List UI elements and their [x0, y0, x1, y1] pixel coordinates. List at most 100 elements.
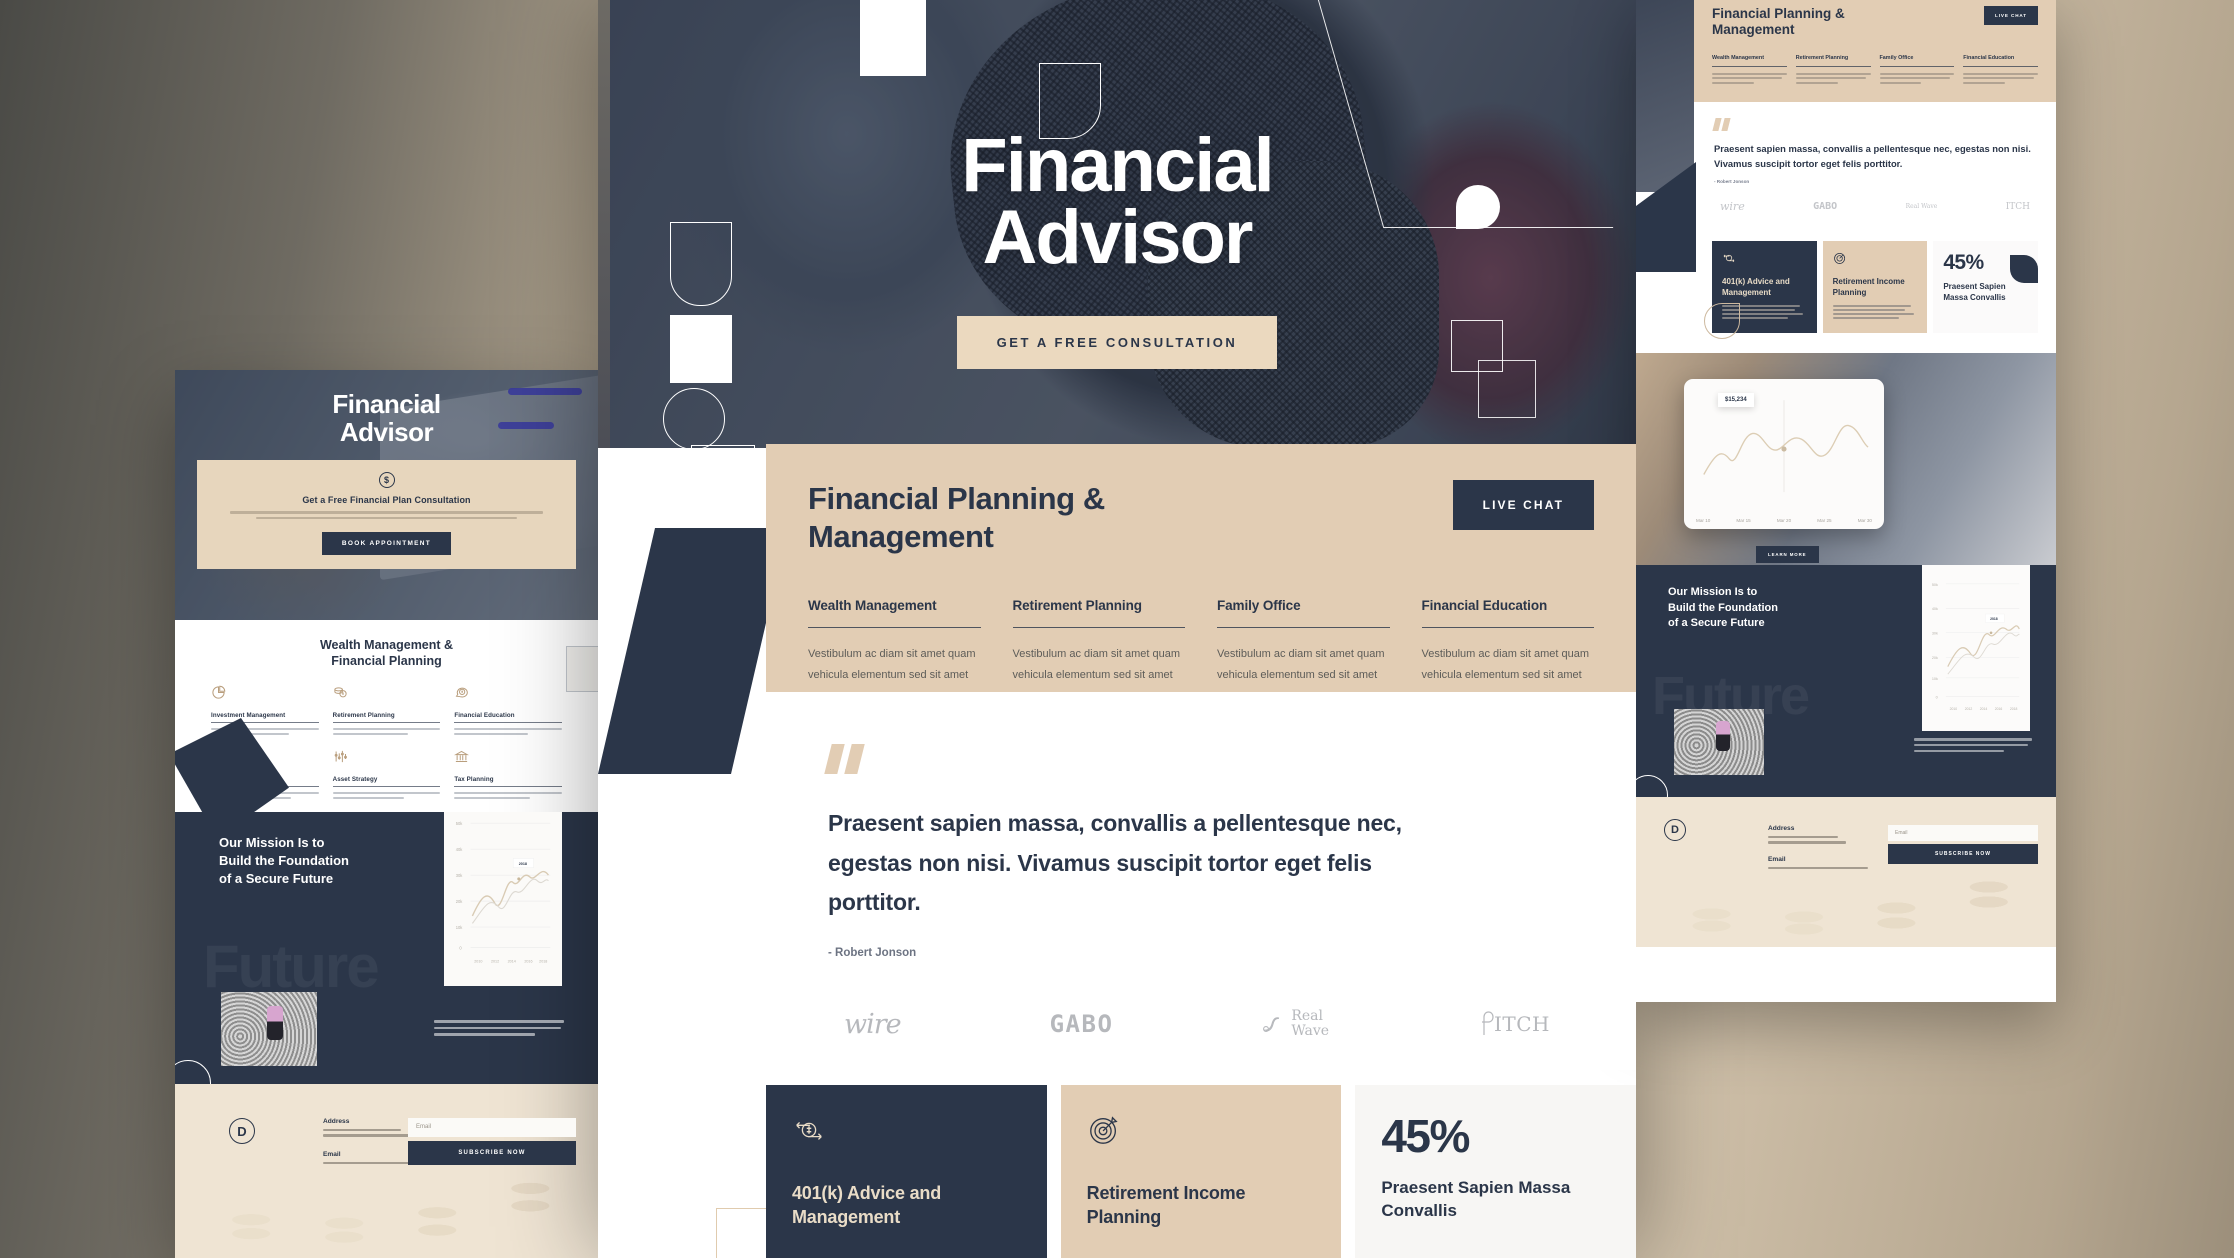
- svg-text:2010: 2010: [474, 959, 482, 963]
- svg-text:2010: 2010: [1950, 707, 1958, 711]
- stat-subtitle: Praesent Sapien Massa Convallis: [1381, 1178, 1571, 1220]
- right-planning-column: Wealth Management: [1712, 55, 1787, 86]
- dollar-refresh-icon: [796, 1121, 822, 1140]
- x-tick: Mar 30: [1857, 518, 1872, 524]
- right-quote-section: Praesent sapien massa, convallis a pelle…: [1694, 101, 2056, 228]
- card-title: 401(k) Advice and Management: [792, 1182, 1021, 1230]
- service-item[interactable]: Asset Strategy: [332, 749, 441, 802]
- right-brand-logo: D: [1664, 819, 1686, 842]
- mission-line1: Our Mission Is to: [219, 835, 325, 850]
- services-title-line2: Financial Planning: [331, 653, 442, 668]
- mission-photo: [221, 992, 317, 1066]
- svg-text:2018: 2018: [519, 862, 527, 866]
- logo-pitch-text: ITCH: [1494, 1012, 1550, 1037]
- decorative-circle: [175, 1060, 211, 1084]
- learn-more-button[interactable]: LEARN MORE: [1756, 546, 1819, 564]
- service-name: Asset Strategy: [332, 775, 378, 783]
- right-mission-section: Future Our Mission Is to Build the Found…: [1636, 565, 2056, 798]
- left-mission-section: Future Our Mission Is to Build the Found…: [175, 812, 598, 1084]
- planning-title-line1: Financial Planning &: [808, 481, 1105, 516]
- service-name: Retirement Planning: [332, 712, 395, 720]
- planning-title-line2: Management: [808, 518, 994, 554]
- right-mission-photo: [1674, 709, 1764, 776]
- card-401k-advice[interactable]: 401(k) Advice and Management: [766, 1085, 1047, 1258]
- logo-gabo: GABO: [1049, 1010, 1114, 1039]
- service-description: [454, 791, 562, 799]
- divider: [332, 785, 441, 787]
- right-email-label: Email: [1768, 855, 1786, 863]
- get-free-consultation-button[interactable]: GET A FREE CONSULTATION: [956, 316, 1278, 370]
- right-top-image: [1636, 0, 1694, 192]
- decorative-circle-outline: [663, 388, 725, 450]
- subscribe-button[interactable]: SUBSCRIBE NOW: [408, 1141, 576, 1165]
- right-column-desc: [1963, 72, 2038, 84]
- quote-mark-icon: [824, 744, 1574, 774]
- svg-text:30k: 30k: [456, 873, 464, 878]
- right-column-title: Retirement Planning: [1795, 54, 1849, 61]
- right-mission-chart-svg: 50k 40k 30k 20k 10k 0 2018 2010 2012 2014 2016…: [1932, 583, 2020, 711]
- planning-column-title: Family Office: [1217, 597, 1301, 613]
- live-chat-button[interactable]: LIVE CHAT: [1452, 480, 1594, 530]
- decorative-square: [566, 646, 598, 692]
- service-item[interactable]: Financial Education: [454, 685, 562, 738]
- quote-section: Praesent sapien massa, convallis a pelle…: [766, 692, 1636, 1070]
- hero-content: Financial Advisor GET A FREE CONSULTATIO…: [598, 0, 1636, 370]
- svg-text:10k: 10k: [1932, 677, 1938, 681]
- services-title-line1: Wealth Management &: [319, 638, 454, 652]
- right-card-retirement[interactable]: Retirement Income Planning: [1822, 241, 1928, 334]
- right-client-logos: wire GABO Real Wave ITCH: [1714, 200, 2036, 213]
- tablet-section: Mar 10 Mar 15 Mar 20 Mar 25 Mar 30 $15,2…: [1636, 353, 2056, 566]
- planning-column-title: Financial Education: [1421, 597, 1548, 613]
- consultation-card: $ Get a Free Financial Plan Consultation…: [197, 460, 576, 570]
- right-title-line2: Management: [1712, 22, 1795, 38]
- email-input[interactable]: Email: [408, 1118, 576, 1137]
- right-column-title: Wealth Management: [1712, 54, 1765, 61]
- service-item[interactable]: Retirement Planning: [332, 685, 441, 738]
- divider: [332, 722, 441, 724]
- mission-chart: 50k 40k 30k 20k 10k 0 2018 2010 2012 2014 2016…: [444, 812, 562, 986]
- divider: [211, 722, 319, 724]
- card-stat: 45% Praesent Sapien Massa Convallis: [1355, 1085, 1636, 1258]
- x-tick: Mar 15: [1736, 518, 1751, 524]
- card-retirement-income[interactable]: Retirement Income Planning: [1060, 1085, 1342, 1258]
- right-subscribe-button[interactable]: SUBSCRIBE NOW: [1888, 844, 2038, 865]
- feature-cards: 401(k) Advice and Management Retirement …: [766, 1085, 1636, 1258]
- left-hero-title: Financial Advisor: [175, 390, 598, 446]
- watermark-text: Future: [203, 933, 380, 1000]
- decorative-leaf: [2010, 255, 2038, 284]
- coins-background: [175, 1084, 598, 1258]
- right-title-line1: Financial Planning &: [1712, 6, 1845, 21]
- divider: [454, 785, 562, 787]
- planning-column-title: Wealth Management: [808, 597, 937, 613]
- stat-value: 45%: [1381, 1110, 1470, 1162]
- svg-text:40k: 40k: [456, 847, 464, 852]
- svg-text:2014: 2014: [508, 959, 516, 963]
- svg-text:2018: 2018: [1990, 617, 1998, 621]
- rw-l2: Wave: [1921, 203, 1938, 211]
- decorative-navy-diagonal: [598, 528, 788, 774]
- svg-text:30k: 30k: [1932, 632, 1938, 636]
- logo-wire: wire: [844, 1008, 902, 1040]
- right-address-label: Address: [1768, 825, 1795, 833]
- left-footer: D Address Email Email SUBSCRIBE NOW: [175, 1084, 598, 1258]
- right-mission-description: [1914, 738, 2032, 755]
- right-footer: D Address Email Email SUBSCRIBE NOW: [1636, 797, 2056, 948]
- svg-text:0: 0: [1936, 696, 1938, 700]
- right-subscribe-form: Email SUBSCRIBE NOW: [1888, 825, 2038, 865]
- badge-icon: $: [378, 472, 395, 489]
- subscribe-form: Email SUBSCRIBE NOW: [408, 1118, 576, 1165]
- right-logo-pitch: ITCH: [2005, 201, 2030, 212]
- right-column-title: Family Office: [1879, 54, 1914, 61]
- quote-author: - Robert Jonson: [828, 946, 917, 959]
- left-hero-title-line1: Financial: [332, 389, 441, 419]
- right-live-chat-button[interactable]: LIVE CHAT: [1983, 6, 2038, 25]
- right-decorative-circle: [1636, 775, 1668, 798]
- consultation-card-description: [223, 511, 550, 520]
- right-feature-cards: 401(k) Advice and Management Retirement …: [1694, 241, 2056, 354]
- right-email-input[interactable]: Email: [1888, 825, 2038, 842]
- coins-icon: [334, 687, 347, 698]
- book-appointment-button[interactable]: BOOK APPOINTMENT: [321, 532, 452, 556]
- service-item[interactable]: Tax Planning: [454, 749, 562, 802]
- right-column-desc: [1795, 72, 1871, 84]
- dollar-refresh-icon: [1723, 254, 1735, 263]
